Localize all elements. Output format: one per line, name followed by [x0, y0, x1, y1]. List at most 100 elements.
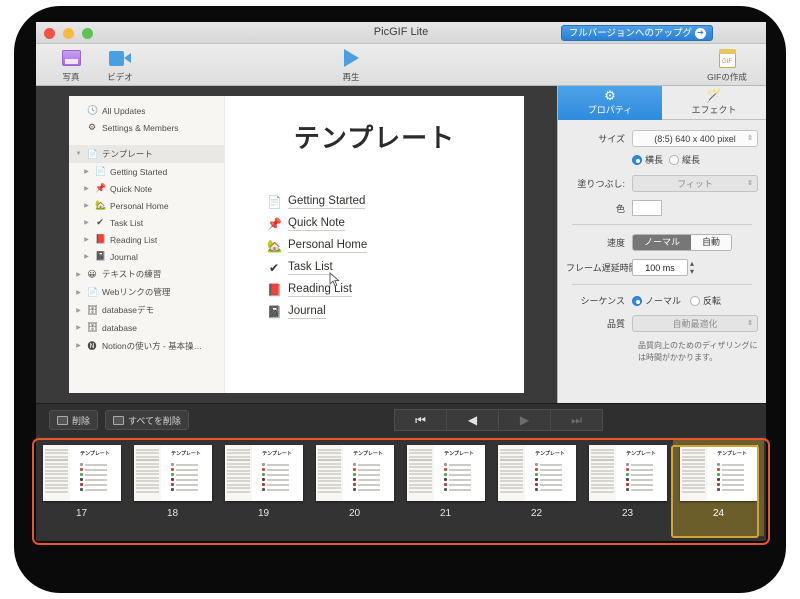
sidebar-item[interactable]: ▶ 🗄 database	[69, 319, 224, 336]
disclosure-triangle-icon[interactable]: ▶	[83, 168, 90, 175]
fill-select[interactable]: フィット ⇳	[632, 175, 758, 192]
thumb-sidebar	[588, 445, 616, 501]
filmstrip-frame[interactable]: テンプレート 24	[673, 440, 764, 536]
disclosure-triangle-icon[interactable]: ▶	[75, 342, 82, 349]
document-link-item[interactable]: 📌 Quick Note	[267, 217, 524, 231]
document-link-item[interactable]: ✔ Task List	[267, 261, 524, 275]
fill-label: 塗りつぶし:	[577, 179, 625, 189]
frame-number: 21	[439, 508, 452, 519]
disclosure-triangle-icon[interactable]: ▶	[83, 219, 90, 226]
item-emoji-icon: 📄	[87, 286, 99, 297]
filmstrip-frame[interactable]: テンプレート 18	[127, 445, 218, 519]
disclosure-triangle-icon[interactable]: ▶	[83, 236, 90, 243]
thumb-sidebar	[406, 445, 434, 501]
item-emoji-icon: 📌	[95, 183, 107, 193]
document-link-item[interactable]: 📕 Reading List	[267, 283, 524, 297]
tab-effects[interactable]: 🪄 エフェクト	[662, 86, 766, 120]
document-main: テンプレート 📄 Getting Started 📌 Quick Note 🏡 Perso…	[225, 96, 524, 393]
filmstrip[interactable]: テンプレート 17 テンプレート 18 テンプレート 19 テンプレート 20 テンプレート 21…	[36, 436, 766, 541]
disclosure-triangle-icon[interactable]: ▶	[83, 185, 90, 192]
filmstrip-frame[interactable]: テンプレート 17	[36, 445, 127, 519]
thumb-title: テンプレート	[262, 451, 292, 457]
filmstrip-frame[interactable]: テンプレート 20	[309, 445, 400, 519]
toolbar-video-button[interactable]: ビデオ	[93, 46, 147, 83]
arrow-right-icon: ➔	[695, 27, 706, 39]
disclosure-triangle-icon[interactable]: ▶	[83, 253, 90, 260]
color-swatch[interactable]	[630, 198, 664, 218]
document-link-list: 📄 Getting Started 📌 Quick Note 🏡 Personal Hom…	[225, 195, 524, 319]
filmstrip-frame[interactable]: テンプレート 23	[582, 445, 673, 519]
delay-input[interactable]: 100 ms	[632, 259, 688, 276]
quality-select[interactable]: 自動最適化 ⇳	[632, 315, 758, 332]
color-label: 色	[615, 203, 625, 214]
speed-auto-button[interactable]: 自動	[691, 235, 732, 250]
last-frame-button[interactable]: ⏭	[550, 409, 603, 431]
orientation-landscape-radio[interactable]: 横長	[632, 153, 663, 166]
sidebar-item[interactable]: ▶ 📕 Reading List	[69, 231, 224, 248]
first-frame-button[interactable]: ⏮	[394, 409, 447, 431]
next-frame-button[interactable]: ▶	[498, 409, 551, 431]
sidebar-item[interactable]: ▶ 📄 Getting Started	[69, 163, 224, 180]
thumb-title: テンプレート	[626, 451, 656, 457]
sidebar-item[interactable]: ▶ 😀 テキストの練習	[69, 265, 224, 283]
sidebar-item-label: All Updates	[102, 105, 146, 116]
gif-badge-label: GIF	[718, 48, 736, 68]
sidebar-item[interactable]: ▶ 📌 Quick Note	[69, 180, 224, 197]
sidebar-item[interactable]: ⚙ Settings & Members	[69, 119, 224, 136]
sidebar-item[interactable]: ▶ 📄 Webリンクの管理	[69, 283, 224, 301]
sidebar-item-label: databaseデモ	[102, 305, 154, 315]
prev-frame-button[interactable]: ◀	[446, 409, 499, 431]
app-window: PicGIF Lite フルバージョンへのアップグ ➔ 写真 ビデオ 再生 GI…	[36, 22, 766, 541]
delete-all-button[interactable]: すべてを削除	[105, 410, 189, 430]
frame-number: 22	[530, 508, 543, 519]
filmstrip-frame[interactable]: テンプレート 21	[400, 445, 491, 519]
disclosure-triangle-icon[interactable]: ▶	[75, 289, 82, 296]
document-link-item[interactable]: 📄 Getting Started	[267, 195, 524, 209]
sequence-reverse-radio[interactable]: 反転	[690, 294, 721, 307]
sidebar-item[interactable]: ▶ ✔ Task List	[69, 214, 224, 231]
item-emoji-icon: 🅝	[87, 341, 97, 351]
orientation-portrait-radio[interactable]: 縦長	[669, 153, 700, 166]
disclosure-triangle-icon[interactable]: ▶	[83, 202, 90, 209]
frame-thumbnail: テンプレート	[679, 445, 758, 501]
quality-value: 自動最適化	[672, 319, 718, 329]
thumb-sidebar	[315, 445, 343, 501]
upgrade-button[interactable]: フルバージョンへのアップグ ➔	[560, 25, 713, 41]
toolbar-photo-button[interactable]: 写真	[44, 46, 98, 83]
sidebar-item[interactable]: ▶ 📓 Journal	[69, 248, 224, 265]
first-frame-icon: ⏮	[415, 412, 426, 427]
disclosure-triangle-icon[interactable]: ▶	[75, 271, 82, 278]
toolbar-photo-label: 写真	[62, 72, 80, 82]
document-link-item[interactable]: 📓 Journal	[267, 305, 524, 319]
thumb-main: テンプレート	[434, 445, 485, 501]
prev-frame-icon: ◀	[467, 413, 478, 427]
toolbar-play-button[interactable]: 再生	[324, 46, 378, 83]
sidebar-item[interactable]: ▼ 📄 テンプレート	[69, 145, 224, 163]
size-select[interactable]: (8:5) 640 x 400 pixel ⇳	[632, 130, 758, 147]
stepper-down-icon: ▾	[690, 266, 695, 276]
sidebar-item[interactable]: ▶ 🅝 Notionの使い方 - 基本操…	[69, 336, 224, 355]
preview-document: 🕓 All Updates ⚙ Settings & Members ▼ 📄 テンプレート ▶…	[69, 96, 524, 393]
speed-normal-button[interactable]: ノーマル	[633, 235, 692, 250]
filmstrip-frame[interactable]: テンプレート 19	[218, 445, 309, 519]
delete-button[interactable]: 削除	[49, 410, 99, 430]
sidebar-item[interactable]: 🕓 All Updates	[69, 102, 224, 119]
sidebar-item[interactable]: ▶ 🗄 databaseデモ	[69, 301, 224, 319]
thumb-sidebar	[133, 445, 161, 501]
sidebar-item[interactable]: ▶ 🏡 Personal Home	[69, 197, 224, 214]
filmstrip-frame[interactable]: テンプレート 22	[491, 445, 582, 519]
thumb-main: テンプレート	[616, 445, 667, 501]
orientation-landscape-label: 横長	[645, 155, 664, 165]
image-icon	[57, 415, 68, 425]
tab-properties[interactable]: ⚙ プロパティ	[558, 86, 662, 120]
delay-stepper[interactable]: ▴ ▾	[690, 259, 695, 276]
thumb-title: テンプレート	[717, 451, 747, 457]
toolbar-create-gif-button[interactable]: GIF GIFの作成	[700, 46, 754, 83]
preview-pane[interactable]: 🕓 All Updates ⚙ Settings & Members ▼ 📄 テンプレート ▶…	[36, 86, 557, 403]
disclosure-triangle-icon[interactable]: ▶	[75, 324, 82, 331]
thumb-sidebar	[224, 445, 252, 501]
disclosure-triangle-icon[interactable]: ▼	[75, 151, 82, 157]
sequence-normal-radio[interactable]: ノーマル	[632, 294, 681, 307]
disclosure-triangle-icon[interactable]: ▶	[75, 307, 82, 314]
document-link-item[interactable]: 🏡 Personal Home	[267, 239, 524, 253]
